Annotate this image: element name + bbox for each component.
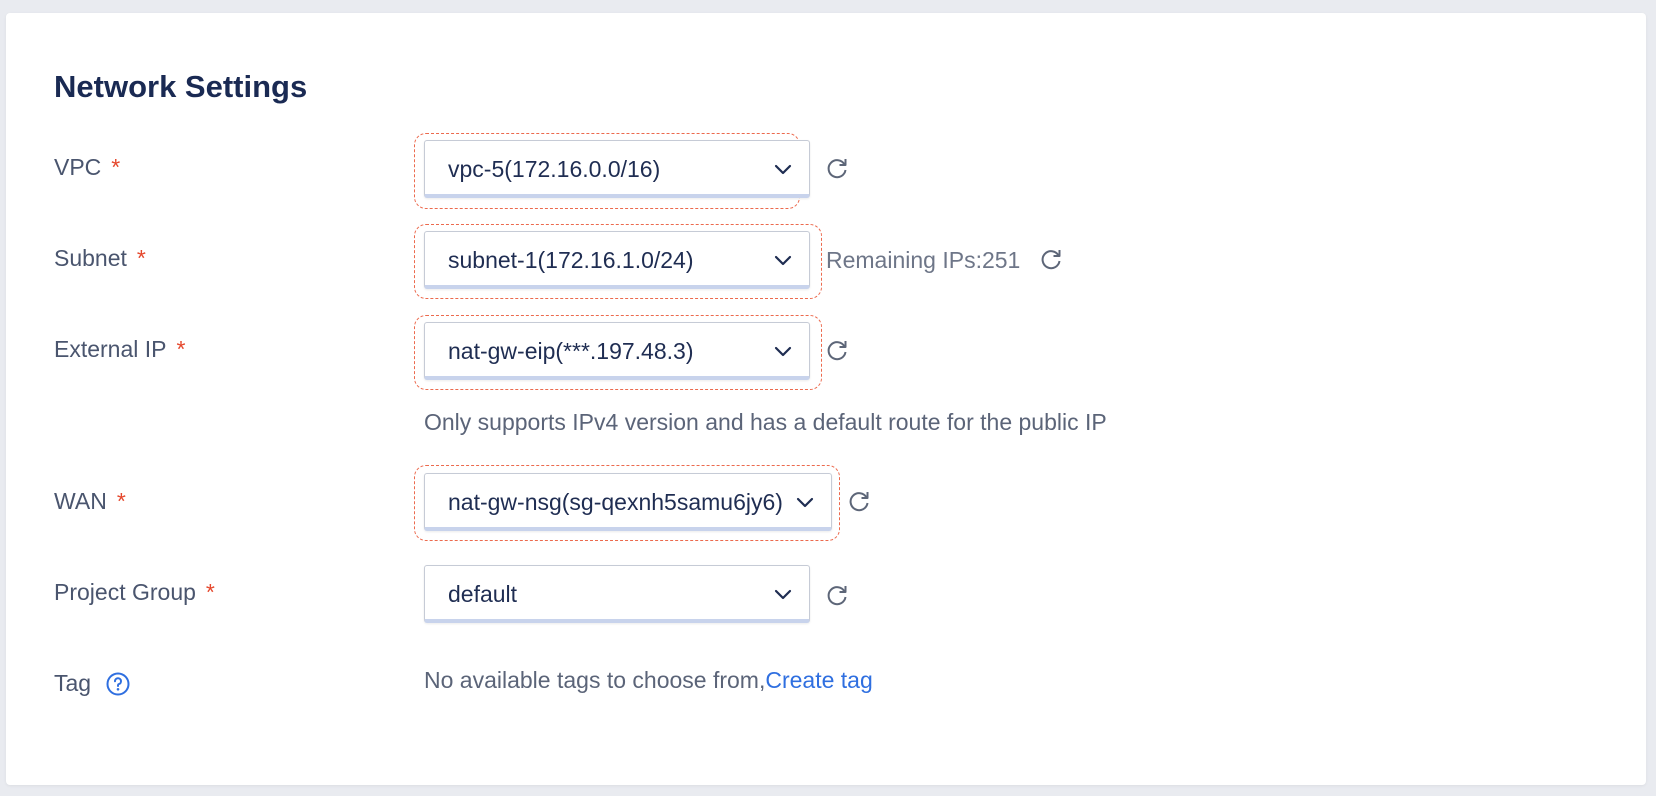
subnet-label-text: Subnet [54, 245, 127, 271]
vpc-label-text: VPC [54, 154, 102, 180]
wan-select-value: nat-gw-nsg(sg-qexnh5samu6jy6) [448, 489, 783, 515]
vpc-select[interactable]: vpc-5(172.16.0.0/16) [424, 140, 810, 198]
project-group-select[interactable]: default [424, 565, 810, 623]
external-ip-hint: Only supports IPv4 version and has a def… [424, 409, 1107, 435]
required-mark: * [111, 154, 121, 180]
subnet-refresh-icon[interactable] [1038, 246, 1064, 272]
subnet-select-value: subnet-1(172.16.1.0/24) [448, 247, 694, 273]
tag-empty-text: No available tags to choose from,Create … [424, 667, 873, 694]
vpc-refresh-icon[interactable] [824, 155, 850, 181]
chevron-down-icon [774, 346, 792, 357]
required-mark: * [176, 336, 186, 362]
external-ip-refresh-icon[interactable] [824, 337, 850, 363]
required-mark: * [205, 579, 215, 605]
external-ip-label: External IP * [54, 336, 185, 363]
chevron-down-icon [796, 497, 814, 508]
wan-label-text: WAN [54, 488, 107, 514]
chevron-down-icon [774, 255, 792, 266]
external-ip-label-text: External IP [54, 336, 167, 362]
project-group-label: Project Group * [54, 579, 215, 606]
section-title: Network Settings [54, 69, 308, 104]
chevron-down-icon [774, 589, 792, 600]
tag-label-text: Tag [54, 670, 92, 696]
wan-refresh-icon[interactable] [846, 488, 872, 514]
required-mark: * [136, 245, 146, 271]
external-ip-select-value: nat-gw-eip(***.197.48.3) [448, 338, 694, 364]
create-tag-link[interactable]: Create tag [765, 667, 872, 693]
wan-select[interactable]: nat-gw-nsg(sg-qexnh5samu6jy6) [424, 473, 832, 531]
chevron-down-icon [774, 164, 792, 175]
tag-empty-message: No available tags to choose from, [424, 667, 766, 693]
project-group-refresh-icon[interactable] [824, 582, 850, 608]
vpc-label: VPC * [54, 154, 120, 181]
wan-label: WAN * [54, 488, 126, 515]
vpc-select-value: vpc-5(172.16.0.0/16) [448, 156, 661, 182]
required-mark: * [116, 488, 126, 514]
project-group-label-text: Project Group [54, 579, 196, 605]
tag-label: Tag [54, 670, 91, 697]
subnet-select[interactable]: subnet-1(172.16.1.0/24) [424, 231, 810, 289]
network-settings-card: Network Settings VPC * vpc-5(172.16.0.0/1… [6, 13, 1646, 785]
external-ip-select[interactable]: nat-gw-eip(***.197.48.3) [424, 322, 810, 380]
remaining-ips-text: Remaining IPs:251 [826, 247, 1021, 273]
question-circle-icon[interactable] [106, 672, 130, 696]
subnet-label: Subnet * [54, 245, 146, 272]
project-group-select-value: default [448, 581, 518, 607]
